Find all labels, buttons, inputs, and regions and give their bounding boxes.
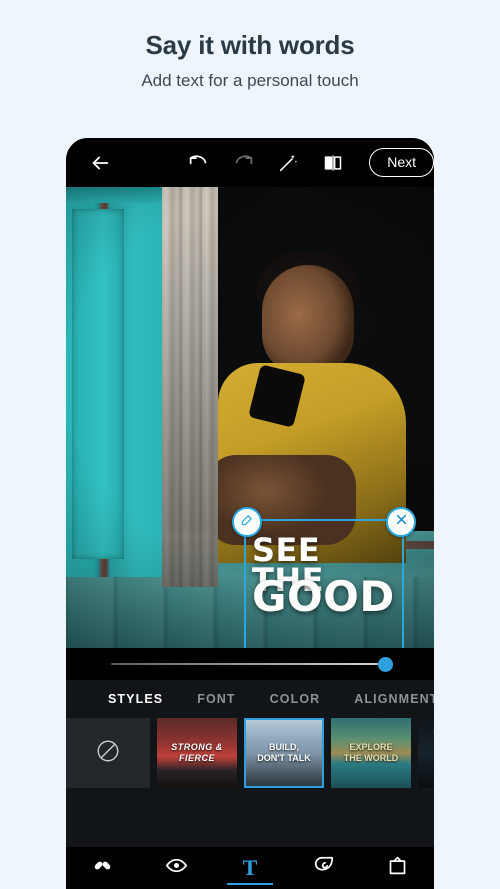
tab-font[interactable]: FONT — [197, 692, 235, 706]
style-thumbnail-make-it-significant[interactable]: MAKE IT SIM SIGNIFIC — [418, 718, 434, 788]
nav-text-tool[interactable]: T — [213, 847, 287, 889]
next-button[interactable]: Next — [369, 148, 434, 177]
sticker-icon — [313, 855, 335, 882]
nav-active-underline — [226, 883, 273, 885]
magic-wand-icon[interactable] — [272, 146, 305, 180]
top-toolbar: Next — [66, 138, 434, 187]
slider-track[interactable] — [111, 663, 389, 665]
text-overlay-box[interactable]: SEE THE GOOD — [232, 507, 416, 648]
frame-icon — [387, 855, 408, 881]
style-thumbnail-label: STRONG & FIERCE — [171, 741, 223, 763]
pencil-edit-icon — [240, 513, 254, 532]
promo-header: Say it with words Add text for a persona… — [0, 0, 500, 91]
style-thumbnail-label: MAKE IT SIM SIGNIFIC — [418, 728, 434, 748]
nav-frame-tool[interactable] — [360, 847, 434, 889]
overlay-text-line2: GOOD — [252, 572, 395, 621]
eye-icon — [165, 854, 188, 882]
style-thumbnail-list[interactable]: STRONG & FIERCE BUILD, DON'T TALK EXPLOR… — [66, 718, 434, 794]
text-t-icon: T — [242, 855, 258, 880]
close-handle[interactable] — [386, 507, 416, 537]
redo-icon[interactable] — [227, 146, 260, 180]
nav-heal-tool[interactable] — [66, 847, 140, 889]
style-thumbnail-label: BUILD, DON'T TALK — [257, 741, 311, 763]
nav-sticker-tool[interactable] — [287, 847, 361, 889]
close-icon — [395, 513, 408, 531]
style-thumbnail-label: EXPLORE THE WORLD — [343, 741, 399, 763]
style-thumbnail-none[interactable] — [66, 718, 150, 788]
page-subtitle: Add text for a personal touch — [141, 71, 359, 90]
healing-patch-icon — [92, 855, 113, 881]
tab-alignment[interactable]: ALIGNMENT — [354, 692, 434, 706]
panel-tabs: STYLES FONT COLOR ALIGNMENT — [66, 680, 434, 718]
no-style-icon — [95, 738, 121, 769]
compare-icon[interactable] — [317, 146, 350, 180]
slider-thumb[interactable] — [378, 657, 393, 672]
undo-icon[interactable] — [183, 146, 216, 180]
page-title: Say it with words — [145, 30, 355, 60]
style-thumbnail-strong-fierce[interactable]: STRONG & FIERCE — [157, 718, 237, 788]
photo-canvas[interactable]: SEE THE GOOD — [66, 187, 434, 648]
style-thumbnail-explore-the-world[interactable]: EXPLORE THE WORLD — [331, 718, 411, 788]
style-thumbnail-build-dont-talk[interactable]: BUILD, DON'T TALK — [244, 718, 324, 788]
styles-panel: STYLES FONT COLOR ALIGNMENT STRONG & FIE… — [66, 680, 434, 847]
back-arrow-icon[interactable] — [84, 146, 117, 180]
tab-color[interactable]: COLOR — [270, 692, 321, 706]
nav-looks-tool[interactable] — [140, 847, 214, 889]
phone-frame: Next SEE THE GOOD STYLES FONT COLOR ALIG… — [66, 138, 434, 889]
tab-styles[interactable]: STYLES — [108, 692, 163, 706]
opacity-slider[interactable] — [66, 648, 434, 680]
bottom-nav: T — [66, 847, 434, 889]
edit-handle[interactable] — [232, 507, 262, 537]
